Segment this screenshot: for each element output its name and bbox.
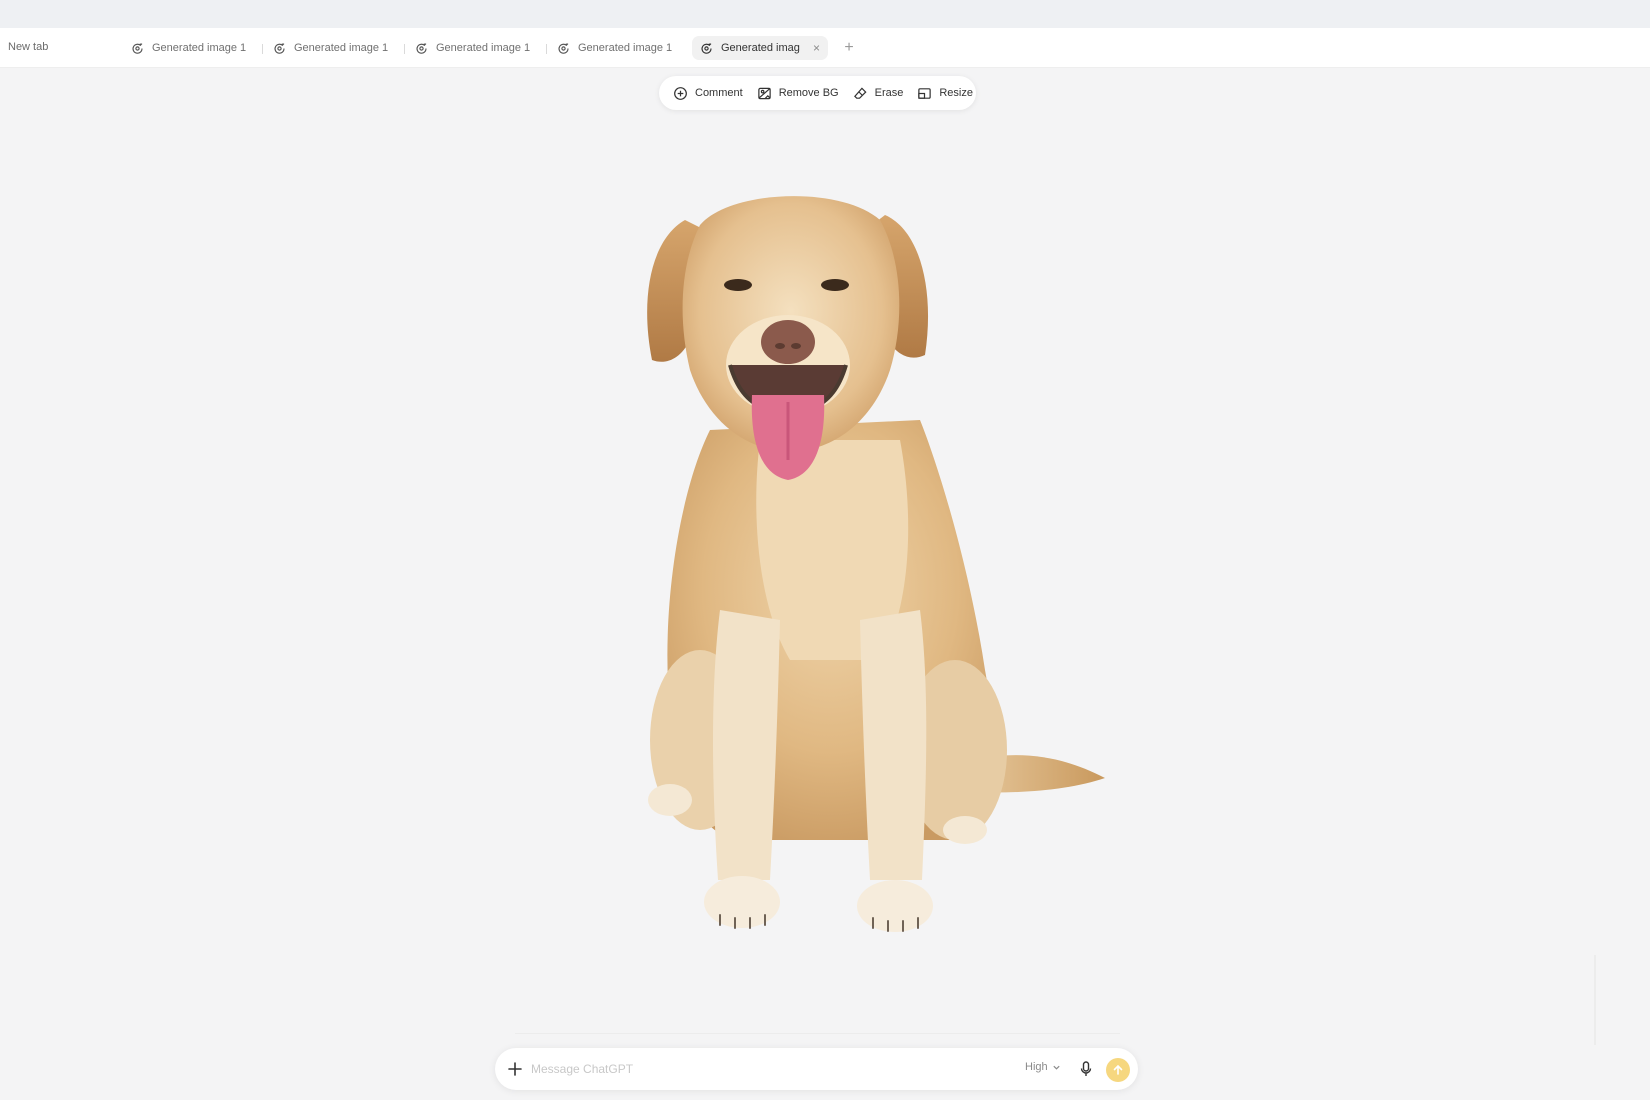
comment-plus-icon	[674, 86, 687, 100]
tab-label: Generated image 1	[152, 42, 247, 54]
arrow-up-icon	[1113, 1064, 1123, 1075]
remove-bg-button[interactable]: Remove BG	[750, 80, 846, 106]
tab-label: Generated image 1	[578, 42, 673, 54]
new-tab-plus-icon[interactable]: +	[838, 36, 860, 60]
message-composer: High	[495, 1048, 1138, 1090]
tab-new-tab[interactable]: New tab	[8, 41, 48, 53]
resize-label: Resize	[939, 87, 973, 99]
tab-divider	[262, 44, 263, 54]
message-input[interactable]	[531, 1058, 971, 1080]
tab-generated-image-active[interactable]: Generated imag ×	[692, 36, 828, 60]
tab-generated-image-3[interactable]: Generated image 1	[407, 36, 538, 60]
generated-dog-image[interactable]	[640, 190, 1110, 970]
attach-button[interactable]	[505, 1059, 525, 1079]
generated-image-icon	[132, 42, 143, 54]
tab-bar: New tab Generated image 1 Generated imag…	[0, 28, 1650, 68]
tab-generated-image-1[interactable]: Generated image 1	[123, 36, 254, 60]
generated-image-icon	[701, 42, 712, 54]
tab-generated-image-2[interactable]: Generated image 1	[265, 36, 396, 60]
remove-bg-icon	[757, 87, 771, 99]
eraser-icon	[853, 86, 867, 99]
tab-divider	[404, 44, 405, 54]
plus-icon	[508, 1062, 522, 1076]
send-button[interactable]	[1106, 1058, 1130, 1082]
erase-button[interactable]: Erase	[846, 80, 911, 106]
tab-label: Generated image 1	[436, 42, 531, 54]
tab-label: Generated image 1	[294, 42, 389, 54]
tab-label: Generated imag	[721, 42, 800, 54]
window-top-strip	[0, 0, 1650, 28]
resize-icon	[918, 87, 932, 99]
quality-label: High	[1025, 1061, 1048, 1073]
microphone-icon	[1080, 1061, 1092, 1076]
scroll-indicator	[1594, 955, 1596, 1045]
voice-input-button[interactable]	[1077, 1059, 1095, 1079]
image-edit-toolbar: Comment Remove BG Erase Resize	[659, 76, 976, 110]
comment-button[interactable]: Comment	[666, 80, 750, 106]
remove-bg-label: Remove BG	[778, 87, 839, 99]
generated-image-icon	[416, 42, 427, 54]
close-tab-icon[interactable]: ×	[813, 41, 820, 55]
erase-label: Erase	[874, 87, 904, 99]
quality-dropdown[interactable]: High	[1025, 1061, 1061, 1073]
chevron-down-icon	[1053, 1065, 1060, 1070]
tab-generated-image-4[interactable]: Generated image 1	[549, 36, 680, 60]
resize-button[interactable]: Resize	[910, 80, 980, 106]
generated-image-icon	[274, 42, 285, 54]
composer-divider	[515, 1033, 1120, 1034]
generated-image-icon	[558, 42, 569, 54]
comment-label: Comment	[695, 87, 743, 99]
dog-illustration	[647, 196, 1105, 932]
tab-divider	[546, 44, 547, 54]
